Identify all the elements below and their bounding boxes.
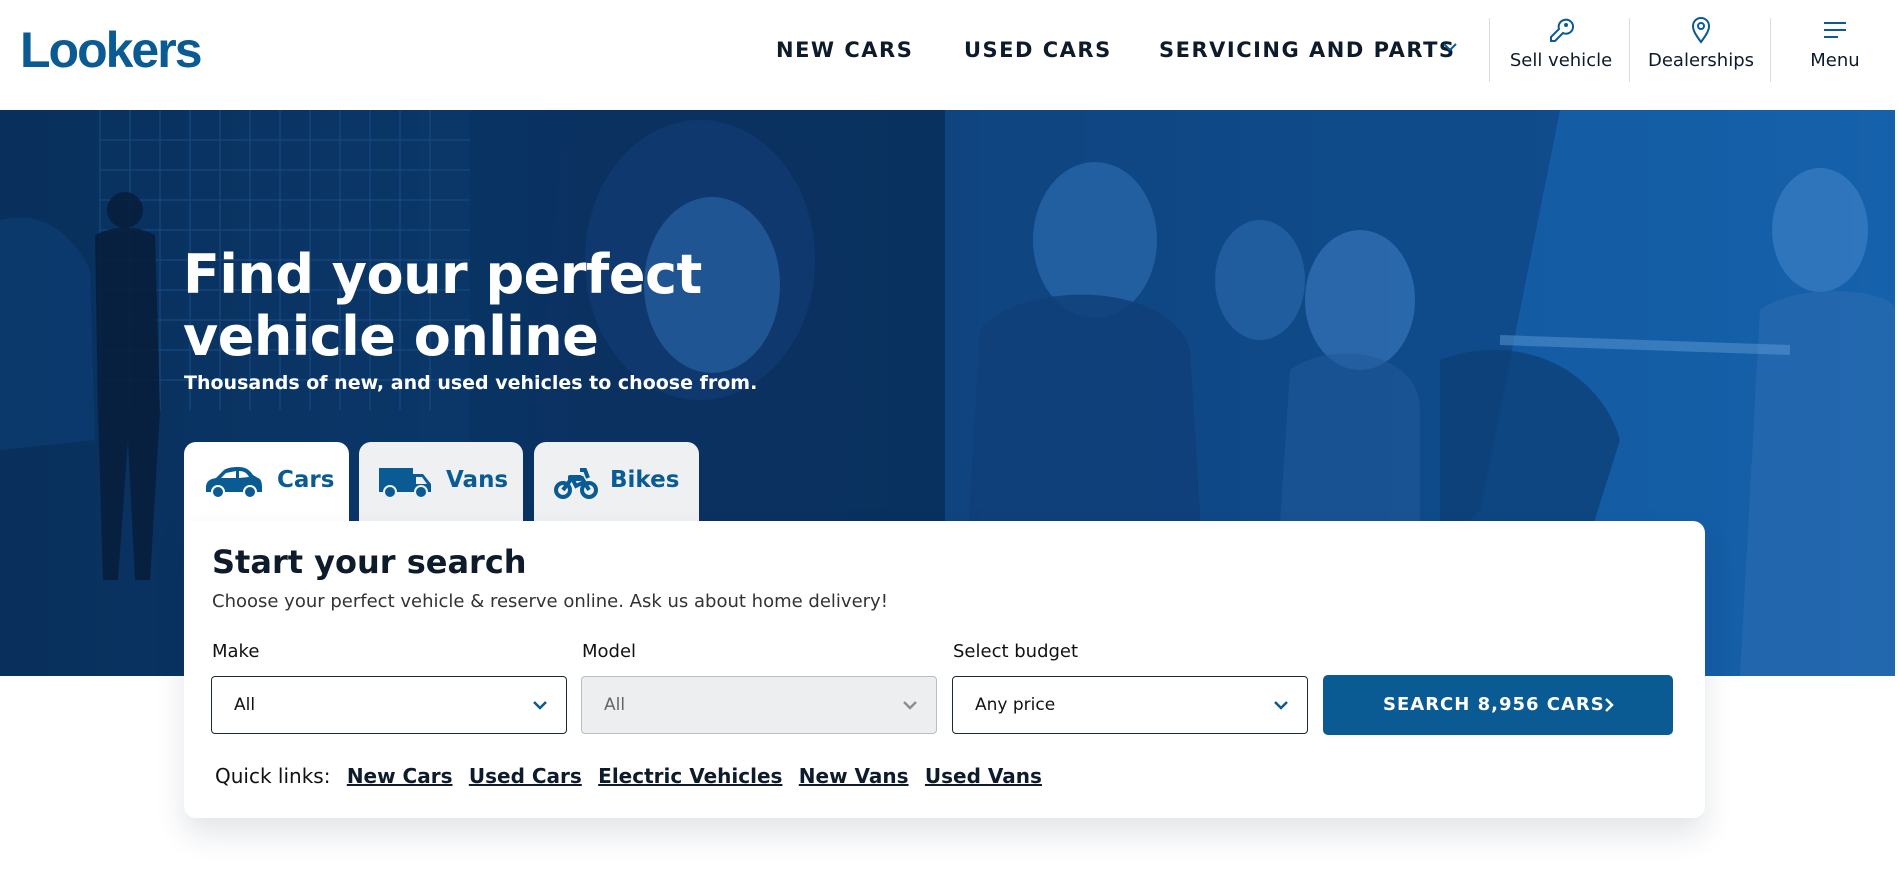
hero-title: Find your perfect vehicle online [183, 243, 702, 368]
make-label: Make [212, 641, 260, 662]
tab-bikes[interactable]: Bikes [534, 442, 699, 522]
motorbike-icon [554, 468, 598, 499]
menu-label: Menu [1810, 50, 1860, 71]
budget-value: Any price [975, 695, 1056, 715]
quick-link-new-vans[interactable]: New Vans [799, 764, 909, 788]
location-pin-icon [1691, 17, 1711, 44]
dealerships-button[interactable]: Dealerships [1645, 16, 1757, 84]
nav-servicing-and-parts[interactable]: SERVICING AND PARTS [1159, 36, 1456, 64]
hamburger-menu-icon [1824, 22, 1846, 38]
search-subtitle: Choose your perfect vehicle & reserve on… [212, 591, 888, 612]
tab-cars-label: Cars [277, 467, 335, 493]
lookers-logo[interactable]: Lookers [20, 22, 203, 78]
quick-links-label: Quick links: [215, 764, 331, 788]
divider [1629, 18, 1630, 82]
search-button-label: SEARCH 8,956 CARS [1383, 694, 1605, 715]
sell-vehicle-label: Sell vehicle [1509, 50, 1613, 71]
quick-links: Quick links: New Cars Used Cars Electric… [215, 764, 1042, 788]
chevron-right-icon [1605, 698, 1614, 712]
model-value: All [604, 695, 626, 715]
quick-link-used-cars[interactable]: Used Cars [469, 764, 582, 788]
tab-vans-label: Vans [446, 467, 509, 493]
tab-bikes-label: Bikes [610, 467, 680, 493]
car-icon [206, 467, 262, 499]
key-icon [1550, 18, 1575, 42]
model-select[interactable]: All [581, 676, 937, 734]
budget-select[interactable]: Any price [952, 676, 1308, 734]
chevron-down-icon [903, 701, 917, 710]
nav-new-cars[interactable]: NEW CARS [776, 36, 913, 64]
model-label: Model [582, 641, 637, 662]
budget-label: Select budget [953, 641, 1079, 662]
tab-vans[interactable]: Vans [359, 442, 523, 522]
chevron-down-icon [1274, 701, 1288, 710]
site-header: Lookers NEW CARS USED CARS SERVICING AND… [0, 0, 1899, 110]
quick-link-new-cars[interactable]: New Cars [347, 764, 453, 788]
sell-vehicle-button[interactable]: Sell vehicle [1505, 16, 1617, 84]
divider [1770, 18, 1771, 82]
search-title: Start your search [212, 543, 527, 581]
divider [1489, 18, 1490, 82]
nav-used-cars[interactable]: USED CARS [964, 36, 1112, 64]
quick-link-used-vans[interactable]: Used Vans [925, 764, 1042, 788]
chevron-down-icon [533, 701, 547, 710]
quick-link-electric-vehicles[interactable]: Electric Vehicles [598, 764, 782, 788]
tab-cars[interactable]: Cars [184, 442, 349, 522]
menu-button[interactable]: Menu [1790, 16, 1880, 84]
search-card: Start your search Choose your perfect ve… [184, 521, 1705, 818]
hero-subtitle: Thousands of new, and used vehicles to c… [184, 372, 758, 394]
dealerships-label: Dealerships [1647, 50, 1755, 71]
van-icon [379, 468, 431, 499]
make-select[interactable]: All [211, 676, 567, 734]
chevron-down-icon[interactable] [1441, 38, 1459, 56]
search-cars-button[interactable]: SEARCH 8,956 CARS [1323, 675, 1673, 735]
make-value: All [234, 695, 256, 715]
